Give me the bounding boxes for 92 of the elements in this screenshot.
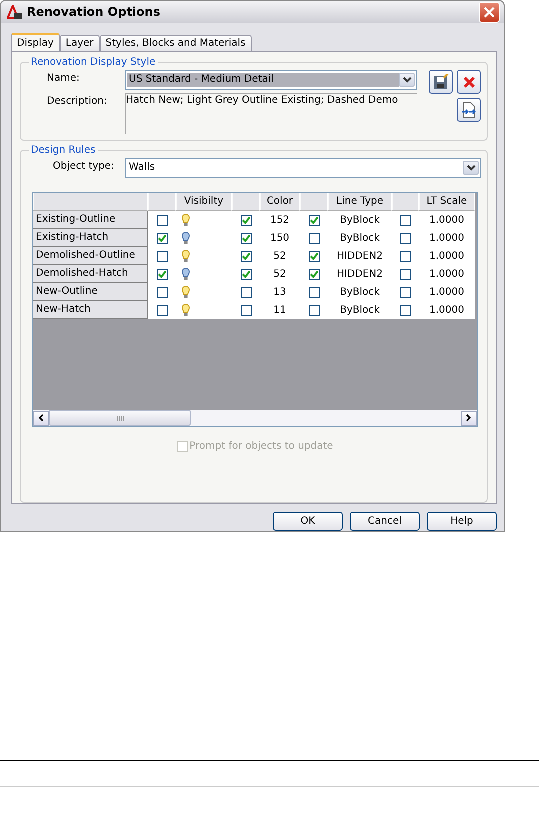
checkbox[interactable] [400,250,411,262]
close-button[interactable] [479,2,500,22]
scroll-left-button[interactable] [33,410,49,426]
table-cell: 1.0000 [430,214,464,226]
chevron-left-icon [38,414,44,422]
row-header: New-Outline [33,283,148,301]
light-bulb-icon[interactable] [182,214,190,226]
checkbox[interactable] [308,304,320,316]
chevron-right-icon [466,414,472,422]
table-cell: 1.0000 [430,268,464,280]
horizontal-scrollbar[interactable] [33,410,477,426]
checkbox[interactable] [400,268,411,280]
table-cell: 150 [270,232,290,244]
scroll-thumb[interactable] [49,410,191,426]
window-title: Renovation Options [27,5,162,19]
column-header: Line Type [328,193,392,211]
row-header: Existing-Hatch [33,229,148,247]
row-header: Demolished-Outline [33,247,148,265]
checkbox[interactable] [308,250,320,262]
checkbox[interactable] [240,286,252,298]
field-label: Description: [46,95,108,109]
table-cell: HIDDEN2 [336,250,384,262]
tab[interactable]: Display [11,33,60,51]
checkbox[interactable] [400,232,411,244]
checkbox[interactable] [156,232,168,244]
checkbox[interactable] [156,286,168,298]
checkbox[interactable] [400,214,411,226]
checkbox[interactable] [240,232,252,244]
light-bulb-icon[interactable] [182,232,190,244]
caret-icon [466,165,476,171]
name-dropdown[interactable]: US Standard - Medium Detail [125,70,417,90]
light-bulb-icon[interactable] [182,304,190,316]
table-cell: ByBlock [340,232,380,244]
table-cell: 52 [274,268,286,280]
checkbox[interactable] [240,304,252,316]
save-button[interactable] [429,70,453,94]
checkbox[interactable] [308,232,320,244]
table-cell: ByBlock [340,214,380,226]
light-bulb-icon[interactable] [182,268,190,280]
table-cell: ByBlock [340,286,380,298]
checkbox[interactable] [156,304,168,316]
column-header: Visibilty [176,193,232,211]
checkbox[interactable] [400,286,411,298]
column-header: Color [260,193,300,211]
import-button[interactable] [457,98,481,122]
table-cell: HIDDEN2 [336,268,384,280]
checkbox[interactable] [156,250,168,262]
light-bulb-icon[interactable] [182,286,190,298]
table-cell: 1.0000 [430,250,464,262]
table-cell: 52 [274,250,286,262]
field-label: Object type: [52,160,116,174]
table-cell: 1.0000 [430,304,464,316]
field-label: Name: [46,72,81,86]
dialog-button[interactable]: Help [427,512,497,531]
group-title: Design Rules [30,145,97,156]
table-cell: 152 [270,214,290,226]
row-header: New-Hatch [33,301,148,319]
table-cell: 1.0000 [430,232,464,244]
checkbox[interactable] [156,214,168,226]
document-arrows-icon [461,102,477,118]
caret-icon [402,77,412,83]
checkbox[interactable] [156,268,168,280]
dropdown-button[interactable] [463,161,479,175]
dialog-button[interactable]: OK [273,512,343,531]
table-cell: 13 [274,286,286,298]
table-cell: 11 [274,304,286,316]
row-header: Demolished-Hatch [33,265,148,283]
object-type-dropdown[interactable]: Walls [125,158,481,178]
checkbox[interactable] [240,214,252,226]
group-title: Renovation Display Style [30,57,157,68]
tab[interactable]: Layer [60,35,100,51]
description-field[interactable]: Hatch New; Light Grey Outline Existing; Dashed Demo [125,93,417,134]
checkbox[interactable] [308,286,320,298]
checkbox[interactable] [240,250,252,262]
dialog-button[interactable]: Cancel [350,512,420,531]
row-header: Existing-Outline [33,211,148,229]
app-logo-icon [7,4,23,20]
scroll-right-button[interactable] [461,410,477,426]
checkbox[interactable] [308,268,320,280]
dropdown-button[interactable] [399,73,415,87]
delete-button[interactable] [457,70,481,94]
checkbox[interactable] [308,214,320,226]
column-header: LT Scale [419,193,475,211]
table-cell: 1.0000 [430,286,464,298]
close-icon [484,6,495,18]
close-icon [462,76,476,88]
checkbox[interactable] [240,268,252,280]
table-cell: ByBlock [340,304,380,316]
light-bulb-icon[interactable] [182,250,190,262]
tab[interactable]: Styles, Blocks and Materials [100,35,252,51]
checkbox[interactable] [400,304,411,316]
checkbox-label: Prompt for objects to update [190,441,334,452]
